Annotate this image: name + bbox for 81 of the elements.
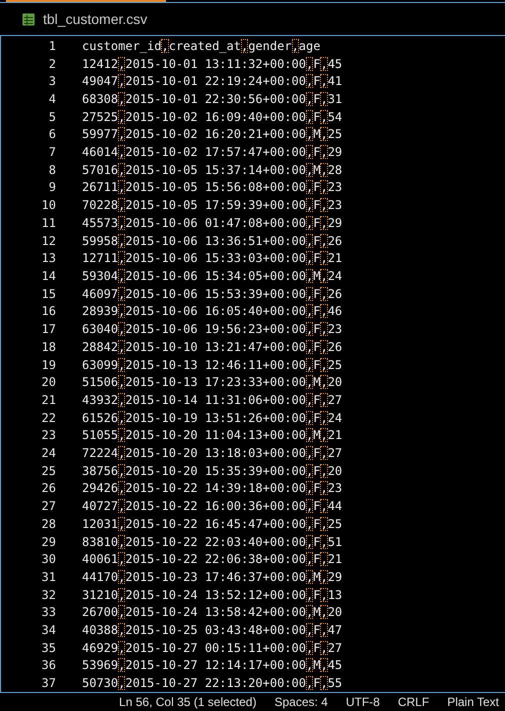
line-number: 11 [40, 216, 56, 230]
line-number: 30 [40, 552, 56, 566]
code-line: 28939,2015-10-06 16:05:40+00:00,F,46 [82, 304, 342, 318]
code-line: 59304,2015-10-06 15:34:05+00:00,M,24 [82, 268, 342, 283]
line-number: 14 [40, 268, 56, 283]
status-item[interactable]: UTF-8 [346, 695, 380, 709]
line-number: 17 [40, 322, 56, 336]
line-number: 27 [40, 499, 56, 514]
line-number: 36 [40, 658, 56, 672]
code-line: 31210,2015-10-24 13:52:12+00:00,F,13 [82, 588, 342, 602]
code-line: 40061,2015-10-22 22:06:38+00:00,F,21 [82, 552, 342, 566]
line-number: 21 [40, 392, 56, 407]
status-item[interactable]: Ln 56, Col 35 (1 selected) [119, 695, 256, 709]
line-number: 23 [40, 428, 56, 442]
code-line: 38756,2015-10-20 15:35:39+00:00,F,20 [82, 464, 342, 478]
line-number: 29 [40, 534, 56, 549]
code-line: 72224,2015-10-20 13:18:03+00:00,F,27 [82, 446, 342, 460]
line-number: 2 [48, 56, 56, 71]
line-number: 37 [40, 676, 56, 690]
code-line: 43932,2015-10-14 11:31:06+00:00,F,27 [82, 392, 342, 407]
code-line: 12711,2015-10-06 15:33:03+00:00,F,21 [82, 251, 342, 266]
line-number: 34 [40, 623, 56, 638]
line-number: 31 [40, 570, 56, 584]
code-line: 83810,2015-10-22 22:03:40+00:00,F,51 [82, 534, 342, 549]
code-line: 63099,2015-10-13 12:46:11+00:00,F,25 [82, 358, 342, 372]
code-line: 45573,2015-10-06 01:47:08+00:00,F,29 [82, 216, 342, 230]
code-line: 59958,2015-10-06 13:36:51+00:00,F,26 [82, 234, 342, 248]
code-line: 40388,2015-10-25 03:43:48+00:00,F,47 [82, 623, 342, 638]
file-tab[interactable]: tbl_customer.csv [0, 3, 158, 35]
line-number: 1 [48, 38, 56, 53]
line-number: 28 [40, 516, 56, 531]
line-number: 12 [40, 234, 56, 248]
code-line: 27525,2015-10-02 16:09:40+00:00,F,54 [82, 110, 342, 124]
code-line: customer_id,created_at,gender,age [82, 38, 320, 53]
code-line: 40727,2015-10-22 16:00:36+00:00,F,44 [82, 499, 342, 514]
line-number: 15 [40, 286, 56, 301]
line-number: 13 [40, 251, 56, 266]
line-number: 24 [40, 446, 56, 460]
code-line: 68308,2015-10-01 22:30:56+00:00,F,31 [82, 92, 342, 106]
line-number: 26 [40, 481, 56, 496]
line-number: 22 [40, 410, 56, 425]
code-line: 26711,2015-10-05 15:56:08+00:00,F,23 [82, 180, 342, 194]
code-line: 49047,2015-10-01 22:19:24+00:00,F,41 [82, 74, 342, 88]
line-number: 4 [48, 92, 56, 106]
line-number: 7 [48, 145, 56, 160]
code-line: 53969,2015-10-27 12:14:17+00:00,M,45 [82, 658, 342, 672]
code-line: 63040,2015-10-06 19:56:23+00:00,F,23 [82, 322, 342, 336]
code-line: 29426,2015-10-22 14:39:18+00:00,F,23 [82, 481, 342, 496]
line-number: 3 [48, 74, 56, 88]
line-number: 32 [40, 588, 56, 602]
line-number: 33 [40, 605, 56, 620]
line-number: 6 [48, 127, 56, 142]
code-line: 46929,2015-10-27 00:15:11+00:00,F,27 [82, 640, 342, 655]
line-number: 10 [40, 198, 56, 212]
spreadsheet-icon [22, 12, 35, 26]
line-number: 35 [40, 640, 56, 655]
code-line: 26700,2015-10-24 13:58:42+00:00,M,20 [82, 605, 342, 620]
code-line: 12412,2015-10-01 13:11:32+00:00,F,45 [82, 56, 342, 71]
code-line: 57016,2015-10-05 15:37:14+00:00,M,28 [82, 162, 342, 177]
line-number: 16 [40, 304, 56, 318]
line-number: 9 [48, 180, 56, 194]
code-line: 51506,2015-10-13 17:23:33+00:00,M,20 [82, 375, 342, 390]
status-item[interactable]: Spaces: 4 [274, 695, 328, 709]
line-number: 8 [48, 162, 56, 177]
code-line: 28842,2015-10-10 13:21:47+00:00,F,26 [82, 340, 342, 354]
line-number: 20 [40, 375, 56, 390]
code-line: 12031,2015-10-22 16:45:47+00:00,F,25 [82, 516, 342, 531]
code-line: 70228,2015-10-05 17:59:39+00:00,F,23 [82, 198, 342, 212]
line-number: 5 [48, 110, 56, 124]
code-line: 46097,2015-10-06 15:53:39+00:00,F,26 [82, 286, 342, 301]
code-line: 50730,2015-10-27 22:13:20+00:00,F,55 [82, 676, 342, 690]
line-number: 19 [40, 358, 56, 372]
status-item[interactable]: CRLF [398, 695, 430, 709]
line-number: 18 [40, 340, 56, 354]
code-line: 61526,2015-10-19 13:51:26+00:00,F,24 [82, 410, 342, 425]
status-item[interactable]: Plain Text [447, 695, 499, 709]
code-line: 51055,2015-10-20 11:04:13+00:00,M,21 [82, 428, 342, 442]
code-line: 59977,2015-10-02 16:20:21+00:00,M,25 [82, 127, 342, 142]
line-number: 25 [40, 464, 56, 478]
code-line: 46014,2015-10-02 17:57:47+00:00,F,29 [82, 145, 342, 160]
code-line: 44170,2015-10-23 17:46:37+00:00,M,29 [82, 570, 342, 584]
